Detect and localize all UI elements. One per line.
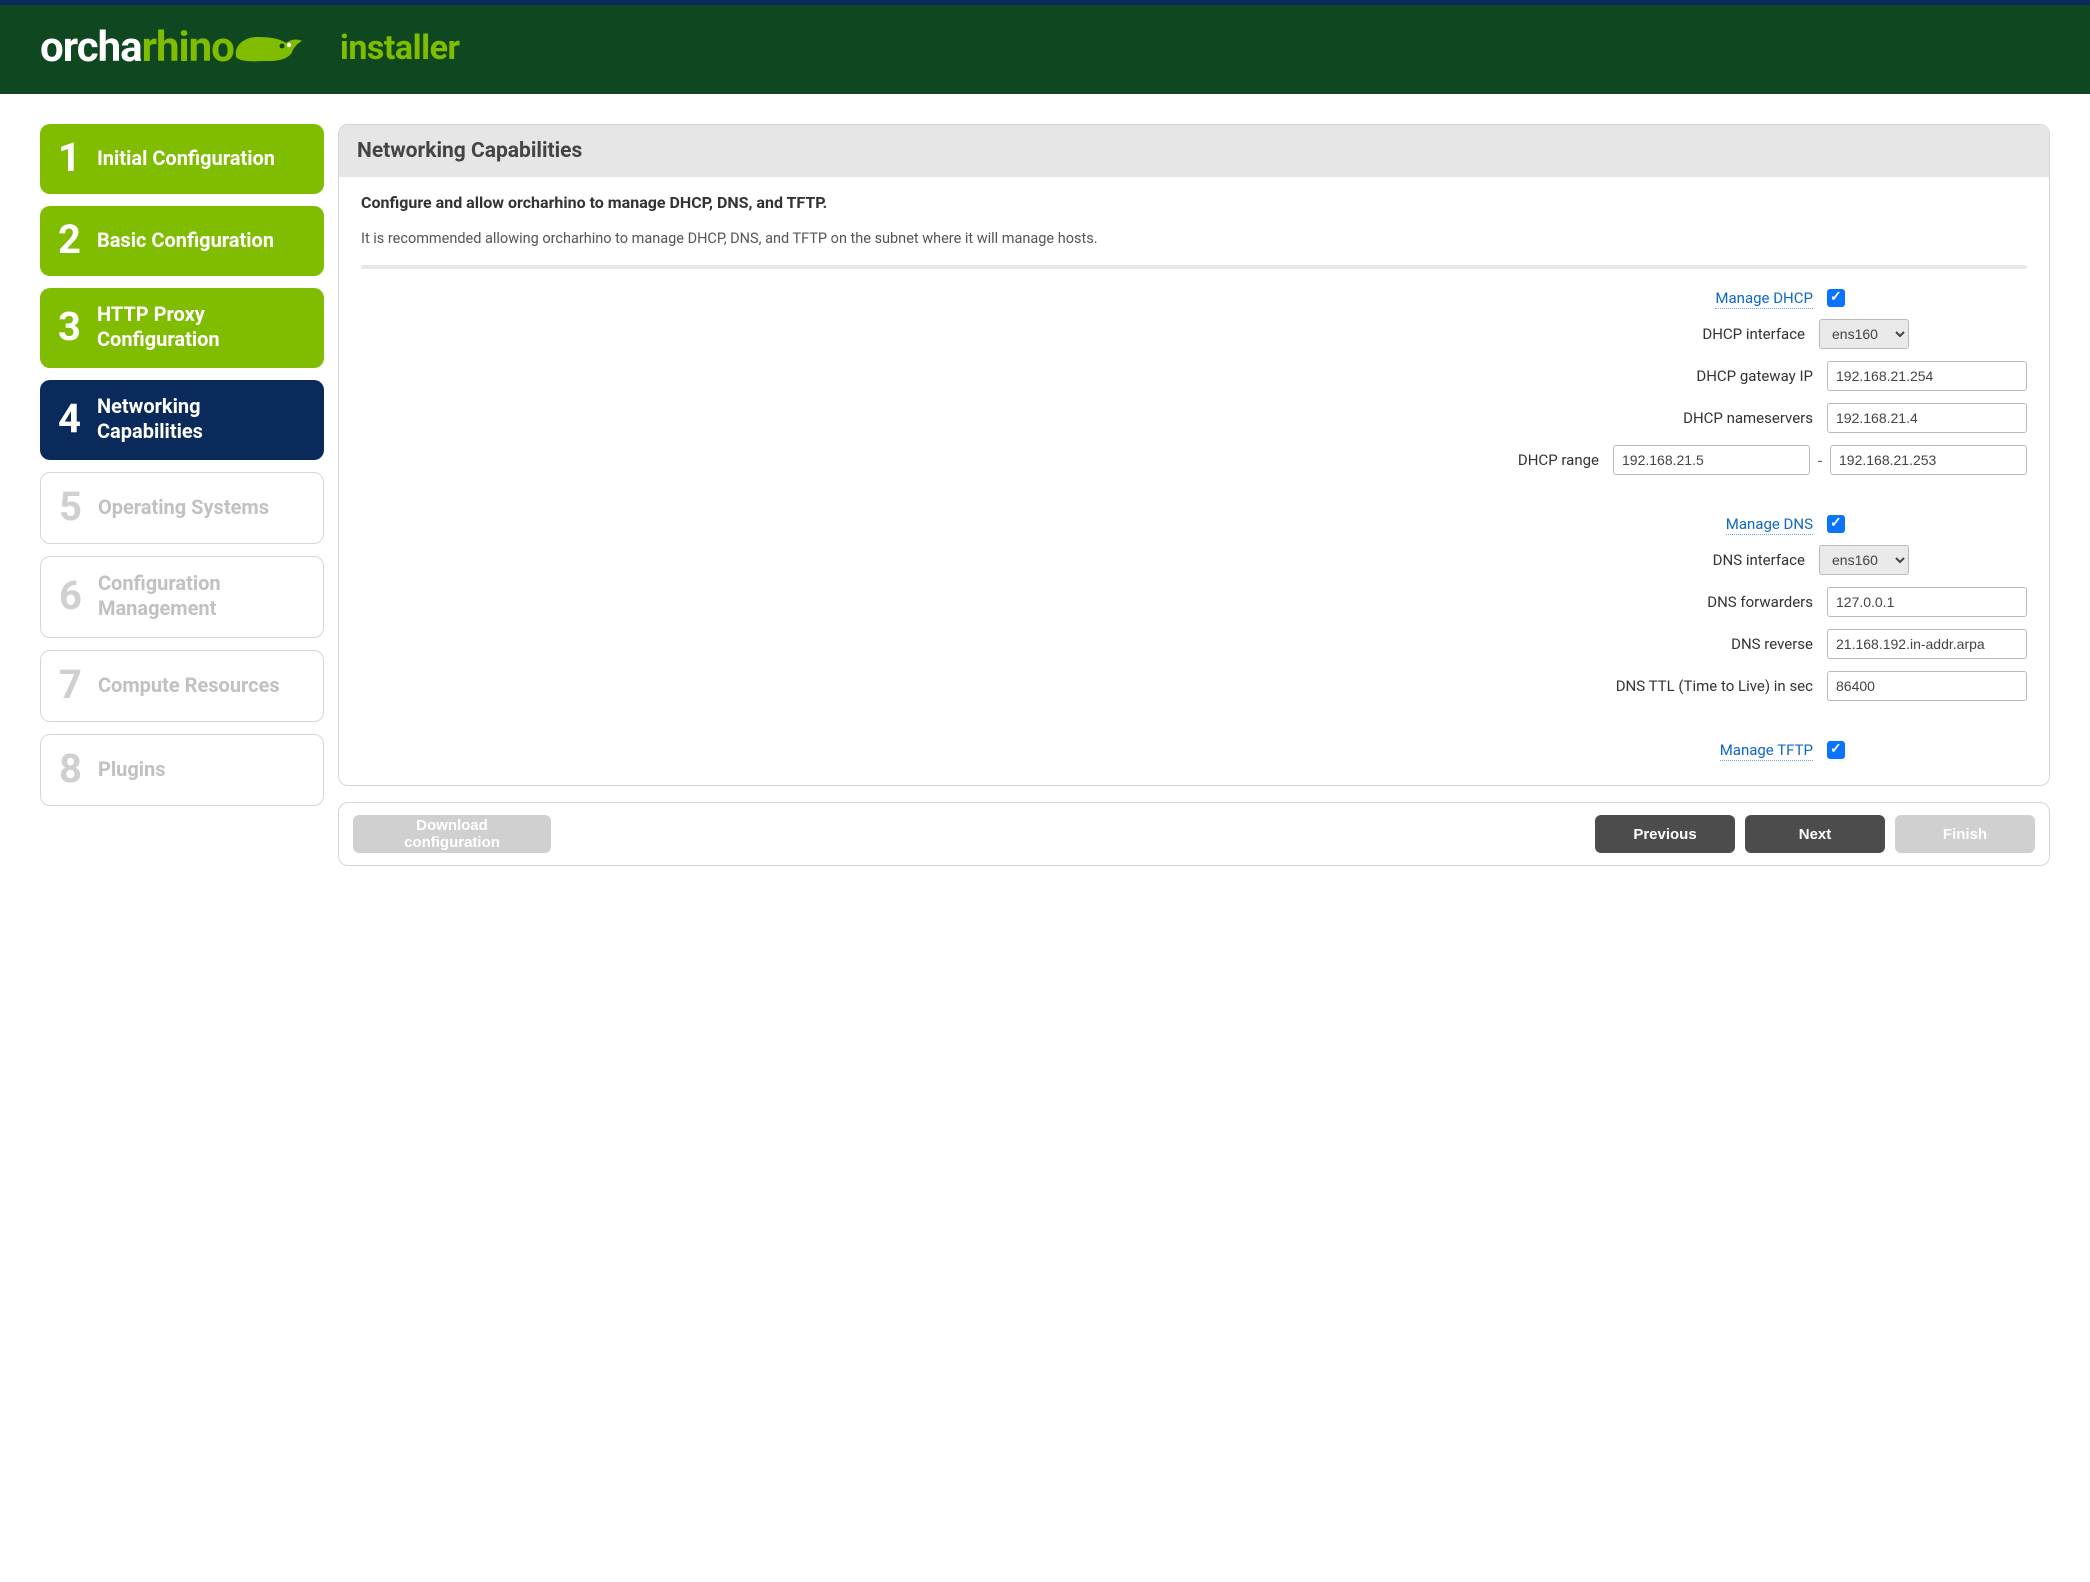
rhino-icon xyxy=(232,29,304,67)
divider xyxy=(361,265,2027,269)
select-dhcp-interface[interactable]: ens160 xyxy=(1819,319,1909,349)
step-number: 6 xyxy=(59,576,82,616)
step-label: HTTP Proxy Configuration xyxy=(97,302,308,352)
step-label: Configuration Management xyxy=(98,571,307,621)
panel-help: It is recommended allowing orcharhino to… xyxy=(361,230,2027,247)
input-dhcp-gateway[interactable] xyxy=(1827,361,2027,391)
brand-part1: orcha xyxy=(40,23,142,72)
footer-bar: Download configuration Previous Next Fin… xyxy=(338,802,2050,866)
input-dns-ttl[interactable] xyxy=(1827,671,2027,701)
header-subtitle: installer xyxy=(340,28,460,68)
step-number: 8 xyxy=(59,749,82,789)
checkbox-manage-dns[interactable] xyxy=(1827,515,1845,533)
label-dhcp-nameservers: DHCP nameservers xyxy=(1415,409,1813,427)
brand-part2: rhino xyxy=(142,23,234,72)
step-number: 5 xyxy=(59,487,82,527)
input-dns-forwarders[interactable] xyxy=(1827,587,2027,617)
next-button[interactable]: Next xyxy=(1745,815,1885,853)
step-label: Initial Configuration xyxy=(97,146,275,171)
download-config-button: Download configuration xyxy=(353,815,551,853)
brand-logo: orcharhino xyxy=(40,23,304,72)
label-dns-forwarders: DNS forwarders xyxy=(1415,593,1813,611)
range-separator: - xyxy=(1816,451,1824,470)
label-dhcp-interface: DHCP interface xyxy=(1415,325,1805,343)
step-label: Operating Systems xyxy=(98,495,269,520)
step-6: 6 Configuration Management xyxy=(40,556,324,638)
checkbox-manage-tftp[interactable] xyxy=(1827,741,1845,759)
label-dns-ttl: DNS TTL (Time to Live) in sec xyxy=(1415,677,1813,695)
step-5: 5 Operating Systems xyxy=(40,472,324,544)
step-number: 2 xyxy=(58,220,81,260)
label-manage-tftp: Manage TFTP xyxy=(1415,741,1813,759)
select-dns-interface[interactable]: ens160 xyxy=(1819,545,1909,575)
step-label: Plugins xyxy=(98,757,166,782)
label-dhcp-range: DHCP range xyxy=(1201,451,1599,469)
panel-title: Networking Capabilities xyxy=(339,125,2049,177)
checkbox-manage-dhcp[interactable] xyxy=(1827,289,1845,307)
input-dhcp-nameservers[interactable] xyxy=(1827,403,2027,433)
step-label: Compute Resources xyxy=(98,673,280,698)
step-8: 8 Plugins xyxy=(40,734,324,806)
step-3[interactable]: 3 HTTP Proxy Configuration xyxy=(40,288,324,368)
input-dhcp-range-end[interactable] xyxy=(1830,445,2027,475)
step-7: 7 Compute Resources xyxy=(40,650,324,722)
label-dhcp-gateway: DHCP gateway IP xyxy=(1415,367,1813,385)
step-1[interactable]: 1 Initial Configuration xyxy=(40,124,324,194)
step-number: 7 xyxy=(59,665,82,705)
step-label: Basic Configuration xyxy=(97,228,274,253)
finish-button: Finish xyxy=(1895,815,2035,853)
step-4[interactable]: 4 Networking Capabilities xyxy=(40,380,324,460)
previous-button[interactable]: Previous xyxy=(1595,815,1735,853)
main-panel: Networking Capabilities Configure and al… xyxy=(338,124,2050,786)
step-label: Networking Capabilities xyxy=(97,394,308,444)
step-number: 1 xyxy=(58,138,81,178)
input-dhcp-range-start[interactable] xyxy=(1613,445,1810,475)
step-number: 4 xyxy=(58,399,81,439)
app-header: orcharhino installer xyxy=(0,5,2090,94)
label-manage-dhcp: Manage DHCP xyxy=(1415,289,1813,307)
label-dns-reverse: DNS reverse xyxy=(1415,635,1813,653)
step-sidebar: 1 Initial Configuration 2 Basic Configurati… xyxy=(40,124,324,866)
input-dns-reverse[interactable] xyxy=(1827,629,2027,659)
panel-lead: Configure and allow orcharhino to manage… xyxy=(361,193,2027,212)
step-2[interactable]: 2 Basic Configuration xyxy=(40,206,324,276)
step-number: 3 xyxy=(58,307,81,347)
label-dns-interface: DNS interface xyxy=(1415,551,1805,569)
label-manage-dns: Manage DNS xyxy=(1415,515,1813,533)
